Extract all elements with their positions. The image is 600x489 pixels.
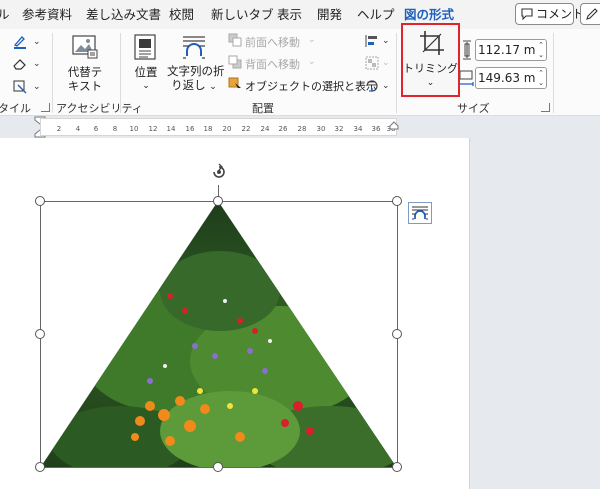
resize-handle-bottom-left[interactable] — [35, 462, 45, 472]
layout-options-icon — [412, 206, 428, 220]
resize-handle-right[interactable] — [392, 329, 402, 339]
resize-handle-top-right[interactable] — [392, 196, 402, 206]
selection-frame — [40, 185, 398, 468]
resize-handle-left[interactable] — [35, 329, 45, 339]
rotation-handle-icon[interactable] — [209, 162, 229, 182]
resize-handle-top-left[interactable] — [35, 196, 45, 206]
resize-handle-top[interactable] — [213, 196, 223, 206]
resize-handle-bottom[interactable] — [213, 462, 223, 472]
layout-options-button[interactable] — [408, 202, 432, 224]
resize-handle-bottom-right[interactable] — [392, 462, 402, 472]
